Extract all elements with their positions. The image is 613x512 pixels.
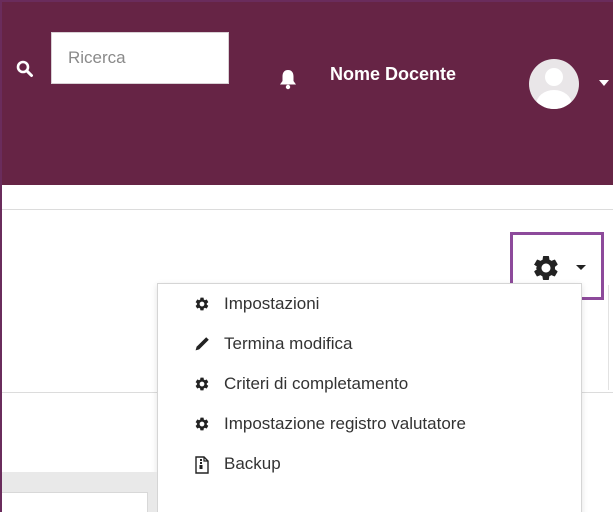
bell-icon[interactable]: [278, 68, 298, 90]
caret-down-icon[interactable]: [599, 80, 609, 86]
navbar: Nome Docente: [2, 2, 613, 185]
gear-icon: [194, 416, 210, 432]
content-card: [2, 492, 148, 512]
gear-icon: [194, 376, 210, 392]
actions-dropdown-menu: Impostazioni Termina modifica Criteri di…: [157, 283, 582, 512]
menu-item-label: Backup: [224, 454, 281, 473]
search-input[interactable]: [51, 32, 229, 84]
menu-item-criteri-completamento[interactable]: Criteri di completamento: [158, 364, 581, 404]
menu-item-backup[interactable]: Backup: [158, 444, 581, 484]
caret-down-icon: [576, 265, 586, 270]
avatar-icon[interactable]: [529, 59, 579, 109]
menu-item-label: Criteri di completamento: [224, 374, 409, 393]
menu-item-termina-modifica[interactable]: Termina modifica: [158, 324, 581, 364]
pencil-icon: [194, 336, 210, 352]
gear-icon: [533, 256, 558, 280]
avatar-head: [545, 68, 563, 86]
screen: Nome Docente Impostazioni Termina modifi…: [0, 0, 613, 512]
avatar-body: [536, 90, 572, 109]
menu-item-label: Impostazione registro valutatore: [224, 414, 466, 433]
file-archive-icon: [194, 456, 210, 474]
menu-item-label: Impostazioni: [224, 294, 320, 313]
gear-icon: [194, 296, 210, 312]
menu-item-impostazioni[interactable]: Impostazioni: [158, 284, 581, 324]
menu-item-label: Termina modifica: [224, 334, 353, 353]
search-field[interactable]: [51, 32, 229, 84]
user-name[interactable]: Nome Docente: [330, 64, 456, 85]
divider: [608, 285, 609, 390]
search-icon[interactable]: [16, 60, 34, 78]
menu-item-registro-valutatore[interactable]: Impostazione registro valutatore: [158, 404, 581, 444]
